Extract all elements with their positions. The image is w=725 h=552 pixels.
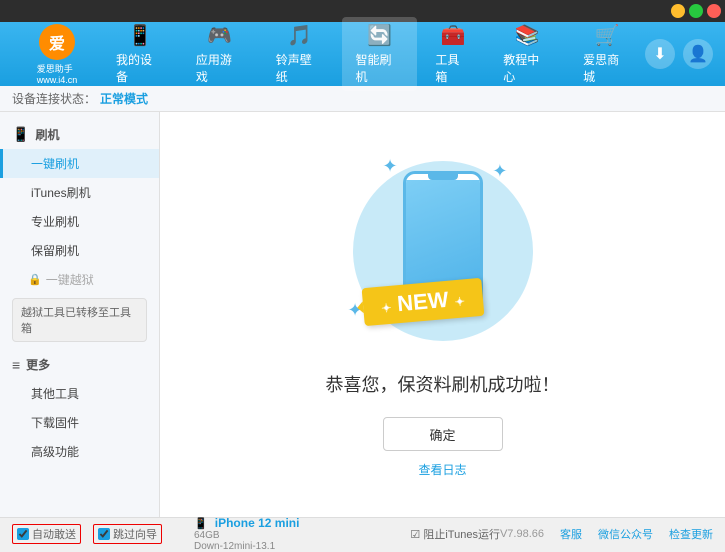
- status-label: 设备连接状态：: [12, 90, 96, 107]
- store-icon: 🛒: [595, 23, 620, 48]
- maximize-button[interactable]: [689, 4, 703, 18]
- header-right: ⬇ 👤: [645, 39, 713, 69]
- device-info: 📱 iPhone 12 mini 64GB Down-12mini-13.1: [194, 516, 299, 552]
- phone-illustration: ✦ ✦ ✦ ✦ NEW ✦: [343, 151, 543, 351]
- wechat-link[interactable]: 微信公众号: [598, 526, 653, 542]
- nav-smart-flash[interactable]: 🔄 智能刷机: [342, 17, 418, 91]
- sparkle-icon-2: ✦: [492, 161, 507, 182]
- sidebar: 📱 刷机 一键刷机 iTunes刷机 专业刷机 保留刷机 🔒 一键越狱 越狱工具…: [0, 112, 160, 517]
- itunes-status: ☑ 阻止iTunes运行: [410, 526, 500, 542]
- auto-launch-label[interactable]: 自动敢送: [12, 524, 81, 544]
- main-content: ✦ ✦ ✦ ✦ NEW ✦ 恭喜您，保资料刷机成功啦！ 确定 查看日志: [160, 112, 725, 517]
- footer-left: 自动敢送 跳过向导 📱 iPhone 12 mini 64GB Down-12m…: [12, 516, 410, 552]
- user-button[interactable]: 👤: [683, 39, 713, 69]
- new-badge-star-left: ✦: [380, 301, 391, 316]
- sidebar-item-one-click-flash[interactable]: 一键刷机: [0, 149, 159, 178]
- support-link[interactable]: 客服: [560, 526, 582, 542]
- phone-mini-icon: 📱: [194, 518, 208, 530]
- version-label: V7.98.66: [500, 528, 544, 540]
- sidebar-section-flash: 📱 刷机: [0, 120, 159, 149]
- apps-icon: 🎮: [207, 23, 232, 48]
- device-storage: 64GB: [194, 530, 299, 541]
- sidebar-item-other-tools[interactable]: 其他工具: [0, 379, 159, 408]
- update-link[interactable]: 检查更新: [669, 526, 713, 542]
- sidebar-section-more: ≡ 更多: [0, 350, 159, 379]
- toolbox-icon: 🧰: [441, 23, 466, 48]
- logo-text: 爱思助手 www.i4.cn: [37, 62, 78, 85]
- sidebar-jailbreak-disabled: 🔒 一键越狱: [0, 265, 159, 294]
- skip-wizard-checkbox[interactable]: [98, 528, 110, 540]
- new-badge-star-right: ✦: [454, 294, 465, 309]
- footer-right: V7.98.66 客服 微信公众号 检查更新: [500, 526, 713, 542]
- ringtone-icon: 🎵: [287, 23, 312, 48]
- more-section-icon: ≡: [12, 357, 20, 373]
- sidebar-item-itunes-flash[interactable]: iTunes刷机: [0, 178, 159, 207]
- nav-my-device[interactable]: 📱 我的设备: [102, 17, 178, 91]
- footer: 自动敢送 跳过向导 📱 iPhone 12 mini 64GB Down-12m…: [0, 517, 725, 549]
- nav-bar: 📱 我的设备 🎮 应用游戏 🎵 铃声壁纸 🔄 智能刷机 🧰 工具箱 📚 教程中心…: [102, 17, 645, 91]
- logo-area: 爱 爱思助手 www.i4.cn: [12, 24, 102, 85]
- close-button[interactable]: [707, 4, 721, 18]
- nav-store[interactable]: 🛒 爱思商城: [569, 17, 645, 91]
- nav-tutorial[interactable]: 📚 教程中心: [489, 17, 565, 91]
- confirm-button[interactable]: 确定: [383, 417, 503, 451]
- sidebar-item-pro-flash[interactable]: 专业刷机: [0, 207, 159, 236]
- sidebar-item-save-flash[interactable]: 保留刷机: [0, 236, 159, 265]
- device-model: Down-12mini-13.1: [194, 541, 299, 552]
- itunes-checkbox[interactable]: ☑: [410, 529, 420, 541]
- flash-icon: 🔄: [367, 23, 392, 48]
- nav-apps-games[interactable]: 🎮 应用游戏: [182, 17, 258, 91]
- header: 爱 爱思助手 www.i4.cn 📱 我的设备 🎮 应用游戏 🎵 铃声壁纸 🔄 …: [0, 22, 725, 86]
- main-area: 📱 刷机 一键刷机 iTunes刷机 专业刷机 保留刷机 🔒 一键越狱 越狱工具…: [0, 112, 725, 517]
- skip-wizard-label[interactable]: 跳过向导: [93, 524, 162, 544]
- sidebar-item-advanced[interactable]: 高级功能: [0, 437, 159, 466]
- auto-launch-checkbox[interactable]: [17, 528, 29, 540]
- status-value: 正常模式: [100, 90, 148, 107]
- lock-icon: 🔒: [28, 273, 42, 286]
- tutorial-icon: 📚: [515, 23, 540, 48]
- device-icon: 📱: [127, 23, 152, 48]
- nav-ringtones[interactable]: 🎵 铃声壁纸: [262, 17, 338, 91]
- jailbreak-notice: 越狱工具已转移至工具箱: [12, 298, 147, 342]
- logo-icon: 爱: [39, 24, 75, 60]
- minimize-button[interactable]: [671, 4, 685, 18]
- checkbox-area: 自动敢送 跳过向导: [12, 524, 162, 544]
- re-backup-link[interactable]: 查看日志: [418, 461, 466, 478]
- nav-toolbox[interactable]: 🧰 工具箱: [421, 17, 485, 91]
- sparkle-icon-1: ✦: [383, 156, 398, 177]
- sidebar-item-download-firmware[interactable]: 下载固件: [0, 408, 159, 437]
- download-button[interactable]: ⬇: [645, 39, 675, 69]
- success-text: 恭喜您，保资料刷机成功啦！: [326, 371, 560, 397]
- flash-section-icon: 📱: [12, 126, 29, 143]
